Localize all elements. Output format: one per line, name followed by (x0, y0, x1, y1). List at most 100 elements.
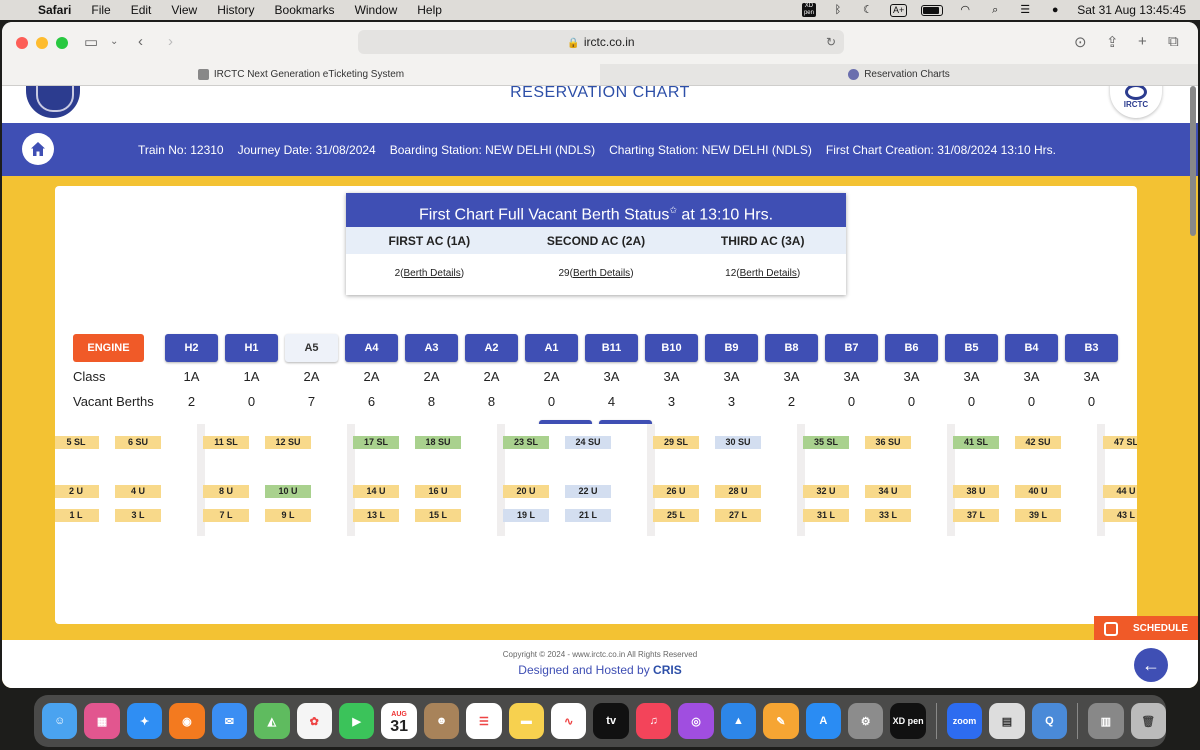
berth-cell[interactable]: 20 U (503, 485, 549, 498)
berth-cell[interactable]: 27 L (715, 509, 761, 522)
berth-cell[interactable]: 12 SU (265, 436, 311, 449)
berth-cell[interactable]: 38 U (953, 485, 999, 498)
podcasts-icon[interactable]: ◎ (678, 703, 714, 739)
berth-cell[interactable]: 17 SL (353, 436, 399, 449)
bluetooth-icon[interactable]: ᛒ (830, 4, 846, 16)
berth-cell[interactable]: 42 SU (1015, 436, 1061, 449)
berth-cell[interactable]: 31 L (803, 509, 849, 522)
berth-cell[interactable]: 34 U (865, 485, 911, 498)
sidebar-chevron-icon[interactable]: ⌄ (110, 36, 118, 47)
coach-button-b7[interactable]: B7 (825, 334, 878, 362)
berth-cell[interactable]: 1 L (55, 509, 99, 522)
berth-cell[interactable]: 36 SU (865, 436, 911, 449)
calendar-icon[interactable]: AUG 31 (381, 703, 417, 739)
berth-cell[interactable]: 15 L (415, 509, 461, 522)
berth-cell[interactable]: 13 L (353, 509, 399, 522)
berth-cell[interactable]: 21 L (565, 509, 611, 522)
tab-reservation-charts[interactable]: Reservation Charts (600, 64, 1198, 85)
new-tab-icon[interactable]: + (1138, 33, 1147, 50)
coach-button-b8[interactable]: B8 (765, 334, 818, 362)
pages-icon[interactable]: ✎ (763, 703, 799, 739)
berth-cell[interactable]: 39 L (1015, 509, 1061, 522)
coach-button-a1[interactable]: A1 (525, 334, 578, 362)
coach-button-a3[interactable]: A3 (405, 334, 458, 362)
menu-file[interactable]: File (91, 3, 110, 17)
berth-cell[interactable]: 2 U (55, 485, 99, 498)
menu-help[interactable]: Help (417, 3, 442, 17)
berth-cell[interactable]: 16 U (415, 485, 461, 498)
berth-cell[interactable]: 33 L (865, 509, 911, 522)
berth-details-link-2a[interactable]: Berth Details (573, 268, 630, 279)
cris-link[interactable]: CRIS (653, 663, 682, 677)
berth-cell[interactable]: 9 L (265, 509, 311, 522)
menu-history[interactable]: History (217, 3, 254, 17)
launchpad-icon[interactable]: ▦ (84, 703, 120, 739)
page-scrollbar[interactable] (1188, 86, 1196, 688)
berth-cell[interactable]: 26 U (653, 485, 699, 498)
app-store-icon[interactable]: A (805, 703, 842, 739)
berth-cell[interactable]: 32 U (803, 485, 849, 498)
coach-button-a2[interactable]: A2 (465, 334, 518, 362)
safari-icon[interactable]: ✦ (126, 703, 163, 739)
berth-cell[interactable]: 7 L (203, 509, 249, 522)
berth-cell[interactable]: 14 U (353, 485, 399, 498)
berth-cell[interactable]: 10 U (265, 485, 311, 498)
mail-icon[interactable]: ✉ (211, 703, 248, 739)
quicktime-icon[interactable]: Q (1031, 703, 1068, 739)
berth-cell[interactable]: 3 L (115, 509, 161, 522)
berth-details-link-3a[interactable]: Berth Details (740, 268, 797, 279)
system-settings-icon[interactable]: ⚙ (848, 703, 884, 739)
berth-details-link-1a[interactable]: Berth Details (403, 268, 460, 279)
berth-cell[interactable]: 47 SL (1103, 436, 1137, 449)
menu-window[interactable]: Window (355, 3, 398, 17)
coach-button-h2[interactable]: H2 (165, 334, 218, 362)
coach-button-b3[interactable]: B3 (1065, 334, 1118, 362)
music-icon[interactable]: ♫ (635, 703, 672, 739)
berth-cell[interactable]: 35 SL (803, 436, 849, 449)
back-nav-icon[interactable]: ‹ (138, 33, 143, 50)
menu-bookmarks[interactable]: Bookmarks (275, 3, 335, 17)
maps-icon[interactable]: ◭ (254, 703, 290, 739)
home-button[interactable] (22, 133, 54, 165)
berth-cell[interactable]: 18 SU (415, 436, 461, 449)
contacts-icon[interactable]: ☻ (423, 703, 460, 739)
photos-icon[interactable]: ✿ (296, 703, 332, 739)
close-window-button[interactable] (16, 37, 28, 49)
siri-icon[interactable]: ● (1047, 4, 1063, 16)
coach-button-b9[interactable]: B9 (705, 334, 758, 362)
menu-edit[interactable]: Edit (131, 3, 152, 17)
xd-pen-status-icon[interactable]: XD pen (801, 3, 816, 17)
coach-button-a4[interactable]: A4 (345, 334, 398, 362)
trash-icon[interactable]: 🗑 (1130, 703, 1166, 739)
scrollbar-thumb[interactable] (1190, 86, 1196, 236)
tab-overview-icon[interactable]: ⧉ (1168, 33, 1179, 50)
reload-icon[interactable]: ↻ (826, 30, 836, 54)
coach-button-b10[interactable]: B10 (645, 334, 698, 362)
berth-cell[interactable]: 22 U (565, 485, 611, 498)
coach-button-b5[interactable]: B5 (945, 334, 998, 362)
berth-cell[interactable]: 6 SU (115, 436, 161, 449)
finder-icon[interactable]: ☺ (42, 703, 78, 739)
control-center-icon[interactable]: ☰ (1017, 4, 1033, 16)
share-icon[interactable]: ⇪ (1106, 33, 1119, 51)
freeform-icon[interactable]: ∿ (551, 703, 587, 739)
wifi-icon[interactable]: ◠ (957, 4, 973, 16)
berth-cell[interactable]: 28 U (715, 485, 761, 498)
berth-cell[interactable]: 8 U (203, 485, 249, 498)
coach-button-b4[interactable]: B4 (1005, 334, 1058, 362)
reminders-icon[interactable]: ☰ (466, 703, 502, 739)
berth-cell[interactable]: 25 L (653, 509, 699, 522)
coach-button-h1[interactable]: H1 (225, 334, 278, 362)
firefox-icon[interactable]: ◉ (169, 703, 205, 739)
berth-cell[interactable]: 23 SL (503, 436, 549, 449)
notes-icon[interactable]: ▬ (508, 703, 545, 739)
engine-button[interactable]: ENGINE (73, 334, 144, 362)
keynote-icon[interactable]: ▲ (720, 703, 757, 739)
focus-moon-icon[interactable]: ☾ (860, 4, 876, 16)
facetime-icon[interactable]: ▶ (338, 703, 375, 739)
berth-cell[interactable]: 5 SL (55, 436, 99, 449)
coach-button-b11[interactable]: B11 (585, 334, 638, 362)
berth-cell[interactable]: 41 SL (953, 436, 999, 449)
tab-irctc-home[interactable]: IRCTC Next Generation eTicketing System (2, 64, 600, 85)
back-to-top-button[interactable]: ← (1134, 648, 1168, 682)
